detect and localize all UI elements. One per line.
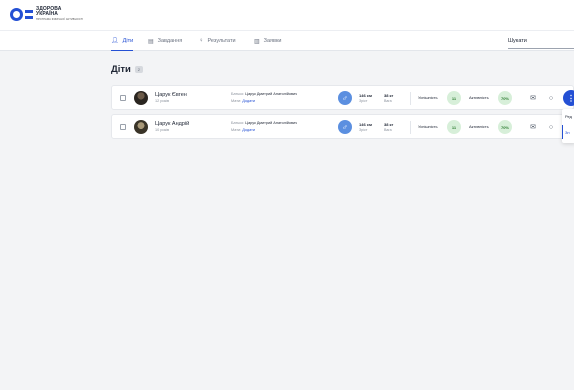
search-input[interactable]: Шукати	[508, 33, 574, 49]
height-value: 146 см	[359, 93, 372, 98]
success-badge: 11	[447, 91, 461, 105]
user-icon: 👤︎	[111, 38, 119, 44]
mother-label: Мати:	[231, 128, 242, 132]
father-label: Батько:	[231, 92, 245, 96]
tab-children[interactable]: 👤︎ Діти	[111, 31, 134, 51]
success-label: Успішність	[418, 124, 438, 129]
avatar	[134, 120, 148, 134]
brand-text: ЗДОРОВА УКРАЇНА ПРОГРАМА ФІЗИЧНОЇ АКТИВН…	[36, 7, 83, 22]
add-mother-link[interactable]: Додати	[242, 99, 255, 103]
child-name[interactable]: Царук Євген	[155, 92, 187, 98]
activity-badge: 70%	[498, 91, 512, 105]
clipboard-icon: ▤	[148, 38, 154, 45]
tab-label: Результати	[207, 38, 236, 44]
weight-value: 38 кг	[384, 122, 394, 127]
child-name[interactable]: Царук Андрій	[155, 121, 189, 127]
child-age: 12 років	[155, 99, 170, 103]
tab-results[interactable]: ♀ Результати	[199, 31, 236, 51]
row-checkbox[interactable]	[120, 95, 126, 101]
activity-label: Активність	[469, 124, 489, 129]
tab-label: Діти	[122, 37, 134, 44]
activity-badge: 70%	[498, 120, 512, 134]
more-actions-button[interactable]: ⋮	[563, 90, 574, 106]
mother-label: Мати:	[231, 99, 242, 103]
height-label: Зріст	[359, 128, 368, 132]
mother-info: Мати: Додати	[231, 128, 255, 132]
row-checkbox[interactable]	[120, 124, 126, 130]
brand-tagline: ПРОГРАМА ФІЗИЧНОЇ АКТИВНОСТІ	[36, 18, 84, 21]
menu-item-edit[interactable]: Ред	[562, 109, 574, 123]
nav-bar: 👤︎ Діти ▤ Завдання ♀ Результати ▥ Заявки…	[0, 30, 574, 51]
gender-male-icon: ♂	[338, 120, 352, 134]
weight-value: 38 кг	[384, 93, 394, 98]
menu-item-second[interactable]: Зн	[562, 125, 574, 139]
divider	[410, 121, 411, 134]
top-bar: ЗДОРОВА УКРАЇНА ПРОГРАМА ФІЗИЧНОЇ АКТИВН…	[0, 0, 574, 30]
document-icon: ▥	[254, 38, 260, 45]
count-badge: 2	[134, 66, 143, 73]
tab-label: Завдання	[157, 38, 183, 44]
height-label: Зріст	[359, 99, 368, 103]
father-info: Батько: Царук Дмитрий Анатолійович	[231, 121, 297, 125]
mail-icon[interactable]: ✉	[528, 122, 538, 132]
chat-icon[interactable]: ○	[546, 93, 556, 103]
mail-icon[interactable]: ✉	[528, 93, 538, 103]
weight-label: Вага	[384, 128, 392, 132]
activity-label: Активність	[469, 95, 489, 100]
success-badge: 11	[447, 120, 461, 134]
avatar	[134, 91, 148, 105]
trophy-icon: ♀	[199, 38, 204, 44]
tab-tasks[interactable]: ▤ Завдання	[148, 31, 182, 51]
success-label: Успішність	[418, 95, 438, 100]
search-label: Шукати	[508, 37, 527, 44]
chat-icon[interactable]: ○	[546, 122, 556, 132]
child-row[interactable]: Царук Євген 12 років Батько: Царук Дмитр…	[111, 85, 574, 110]
brand-logo[interactable]: ЗДОРОВА УКРАЇНА ПРОГРАМА ФІЗИЧНОЇ АКТИВН…	[10, 7, 83, 22]
father-info: Батько: Царук Дмитрий Анатолійович	[231, 92, 297, 96]
tab-requests[interactable]: ▥ Заявки	[254, 31, 281, 51]
logo-mark-icon	[10, 7, 33, 22]
weight-label: Вага	[384, 99, 392, 103]
father-name: Царук Дмитрий Анатолійович	[245, 121, 298, 125]
divider	[410, 92, 411, 105]
mother-info: Мати: Додати	[231, 99, 255, 103]
height-value: 146 см	[359, 122, 372, 127]
child-age: 10 років	[155, 128, 170, 132]
page-header: Діти 2	[111, 64, 143, 75]
add-mother-link[interactable]: Додати	[242, 128, 255, 132]
father-label: Батько:	[231, 121, 245, 125]
tab-label: Заявки	[263, 38, 282, 44]
actions-dropdown-menu: Ред Зн	[562, 109, 574, 143]
page-title: Діти	[111, 64, 131, 75]
father-name: Царук Дмитрий Анатолійович	[245, 92, 298, 96]
child-row[interactable]: Царук Андрій 10 років Батько: Царук Дмит…	[111, 114, 574, 139]
gender-male-icon: ♂	[338, 91, 352, 105]
